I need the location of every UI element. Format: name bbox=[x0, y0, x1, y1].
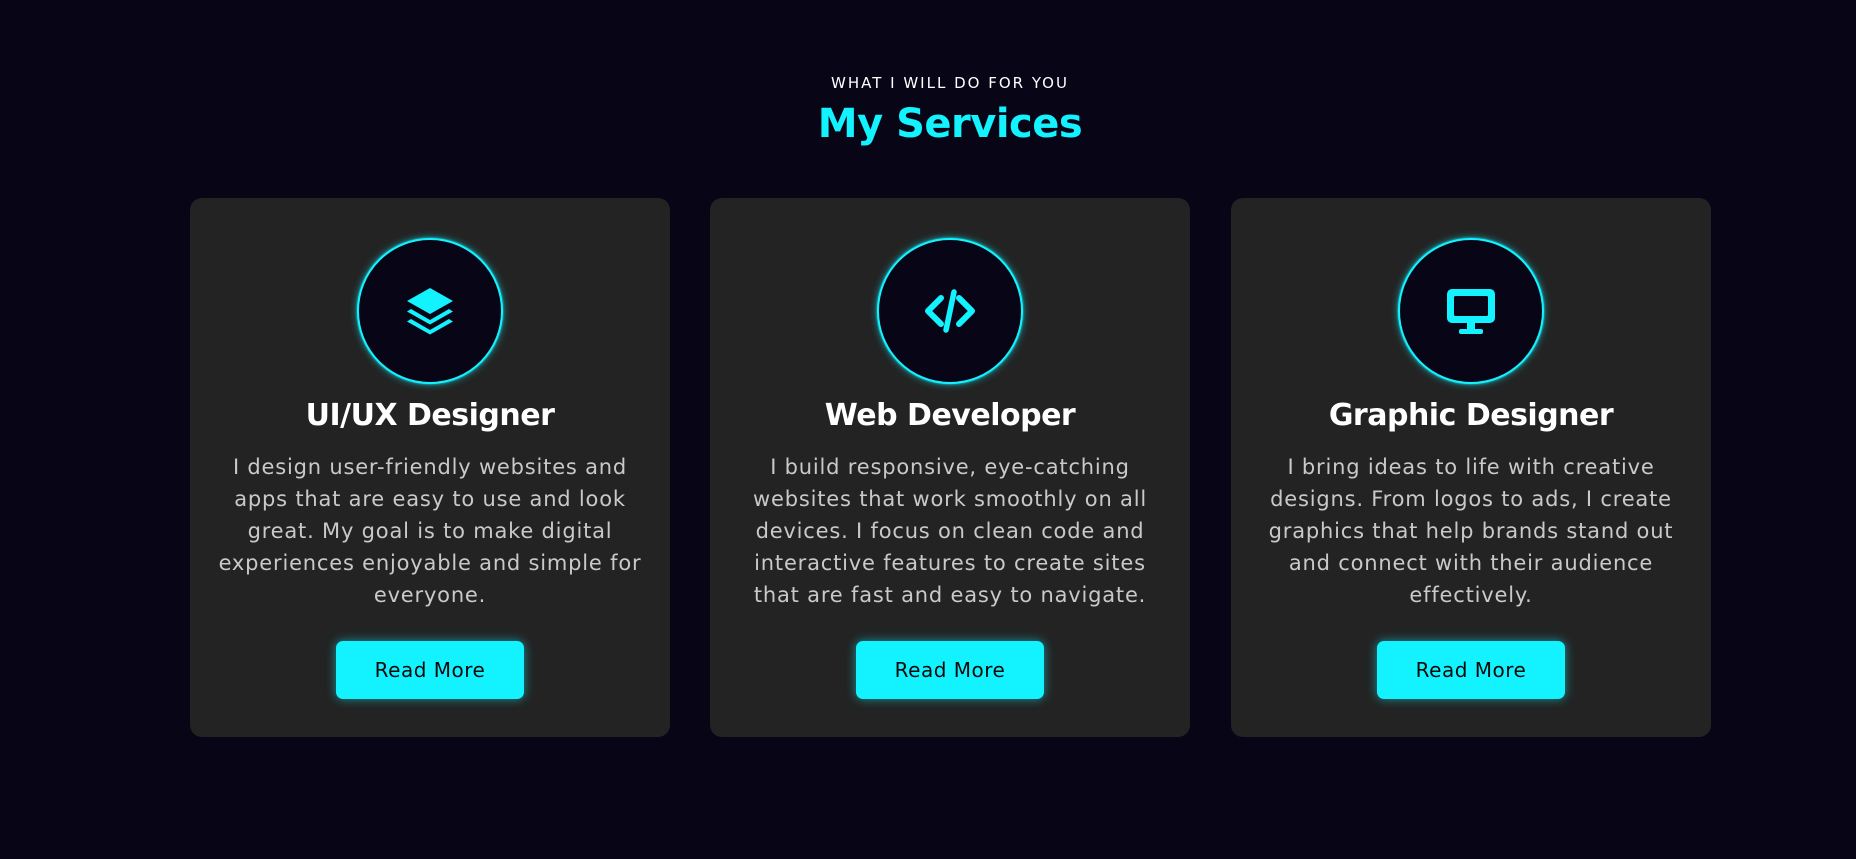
service-title: Graphic Designer bbox=[1328, 398, 1614, 433]
code-icon bbox=[925, 289, 975, 333]
service-card-graphic: Graphic Designer I bring ideas to life w… bbox=[1231, 198, 1711, 737]
service-icon-circle bbox=[357, 238, 503, 384]
service-title: UI/UX Designer bbox=[305, 398, 555, 433]
layers-icon bbox=[407, 288, 453, 335]
section-title: My Services bbox=[817, 101, 1083, 147]
service-description: I bring ideas to life with creative desi… bbox=[1268, 455, 1674, 607]
service-icon-circle bbox=[877, 238, 1023, 384]
service-icon-circle bbox=[1398, 238, 1544, 384]
read-more-button[interactable]: Read More bbox=[336, 641, 524, 699]
service-title: Web Developer bbox=[824, 398, 1076, 433]
service-description: I design user-friendly websites and apps… bbox=[218, 455, 642, 607]
service-description: I build responsive, eye-catching website… bbox=[753, 455, 1147, 607]
read-more-button[interactable]: Read More bbox=[856, 641, 1044, 699]
desktop-icon bbox=[1447, 289, 1495, 334]
read-more-button[interactable]: Read More bbox=[1377, 641, 1565, 699]
service-card-web: Web Developer I build responsive, eye-ca… bbox=[710, 198, 1190, 737]
section-subtitle: WHAT I WILL DO FOR YOU bbox=[831, 74, 1069, 92]
service-card-uiux: UI/UX Designer I design user-friendly we… bbox=[190, 198, 670, 737]
services-section: WHAT I WILL DO FOR YOU My Services UI/UX… bbox=[0, 0, 1856, 859]
